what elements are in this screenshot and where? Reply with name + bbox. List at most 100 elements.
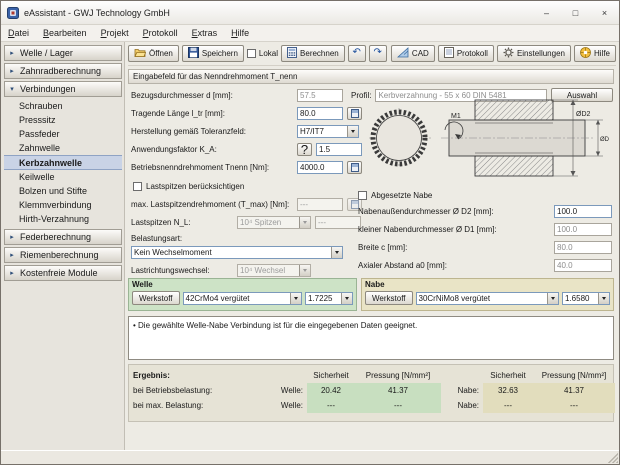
hub-material-number-select[interactable]: 1.6580 [562,292,610,305]
results-header-safety-shaft: Sicherheit [307,368,355,383]
menu-datei[interactable]: Datei [1,27,36,39]
shaft-material-select[interactable]: 42CrMo4 vergütet [183,292,303,305]
hub-axial-distance-field[interactable]: 40.0 [554,259,612,272]
gear-icon [503,47,514,60]
results-shaft-safety-value: --- [307,398,355,413]
shaft-material-button[interactable]: Werkstoff [132,291,180,305]
results-spacer [263,368,307,383]
hub-small-diameter-row: kleiner Nabendurchmesser Ø D1 [mm]: 100.… [358,222,612,236]
message-box: • Die gewählte Welle-Nabe Verbindung ist… [128,316,614,360]
hub-small-diameter-field[interactable]: 100.0 [554,223,612,236]
protocol-button[interactable]: Protokoll [438,45,494,62]
application-factor-field[interactable]: 1.5 [316,143,362,156]
menu-bar: Datei Bearbeiten Projekt Protokoll Extra… [1,25,619,42]
sidebar-section-verbindungen[interactable]: Verbindungen [4,81,122,97]
hub-outer-diameter-row: Nabenaußendurchmesser Ø D2 [mm]: 100.0 [358,204,612,218]
cad-button[interactable]: CAD [391,45,435,62]
sidebar-item-keilwelle[interactable]: Keilwelle [4,170,122,184]
menu-protokoll[interactable]: Protokoll [136,27,185,39]
sidebar-item-hirth-verzahnung[interactable]: Hirth-Verzahnung [4,212,122,226]
torque-field[interactable]: 4000.0 [297,161,343,174]
sidebar-section-zahnradberechnung[interactable]: Zahnradberechnung [4,63,122,79]
menu-extras[interactable]: Extras [185,27,225,39]
sidebar-section-riemenberechnung[interactable]: Riemenberechnung [4,247,122,263]
section-title: Eingabefeld für das Nenndrehmoment T_nen… [133,72,297,81]
hub-width-field[interactable]: 80.0 [554,241,612,254]
sidebar-section-label: Verbindungen [20,84,76,94]
sidebar-item-zahnwelle[interactable]: Zahnwelle [4,141,122,155]
settings-button[interactable]: Einstellungen [497,45,571,62]
sidebar-item-passfeder[interactable]: Passfeder [4,127,122,141]
help-button[interactable]: Hilfe [574,45,616,62]
toolbar-right-group: CAD Protokoll Einstellungen Hilfe [391,45,616,62]
sidebar-item-klemmverbindung[interactable]: Klemmverbindung [4,198,122,212]
sidebar-section-federberechnung[interactable]: Federberechnung [4,229,122,245]
menu-projekt[interactable]: Projekt [94,27,136,39]
local-checkbox[interactable] [247,49,256,58]
peaks-value: 10⁴ Spitzen [238,218,299,227]
peaks-select[interactable]: 10⁴ Spitzen [237,216,311,229]
shaft-material-number-select[interactable]: 1.7225 [305,292,353,305]
max-torque-field[interactable]: --- [297,198,343,211]
hub-material-row: Werkstoff 30CrNiMo8 vergütet 1.6580 [365,291,610,305]
minimize-button[interactable]: – [532,1,561,24]
sidebar-item-presssitz[interactable]: Presssitz [4,113,122,127]
chevron-down-icon[interactable] [341,293,352,304]
sidebar-item-schrauben[interactable]: Schrauben [4,99,122,113]
application-factor-help-button[interactable]: ? [297,143,312,156]
shaft-panel-title: Welle [132,280,353,291]
resize-grip[interactable] [608,453,618,463]
sidebar-section-label: Zahnradberechnung [20,66,101,76]
results-panel: Ergebnis: Sicherheit Pressung [N/mm²] Si… [128,364,614,422]
hub-material-select[interactable]: 30CrNiMo8 vergütet [416,292,560,305]
sidebar-section-label: Federberechnung [20,232,91,242]
sidebar-section-welle-lager[interactable]: Welle / Lager [4,45,122,61]
peaks-checkbox[interactable] [133,182,142,191]
peaks-count-field[interactable]: --- [315,216,361,229]
load-type-select[interactable]: Kein Wechselmoment [131,246,343,259]
undo-button[interactable] [348,45,366,62]
sidebar-item-bolzen-und-stifte[interactable]: Bolzen und Stifte [4,184,122,198]
chevron-down-icon[interactable] [547,293,558,304]
protocol-label: Protokoll [457,49,488,58]
hub-material-button[interactable]: Werkstoff [365,291,413,305]
load-changes-select[interactable]: 10⁴ Wechsel [237,264,311,277]
chevron-down-icon[interactable] [290,293,301,304]
chevron-down-icon [8,85,16,93]
sidebar-section-label: Riemenberechnung [20,250,99,260]
redo-button[interactable] [369,45,387,62]
chevron-down-icon[interactable] [331,247,342,258]
results-shaft-pressure-value: 41.37 [355,383,441,398]
calculate-button[interactable]: Berechnen [281,45,345,62]
calculate-label: Berechnen [300,49,339,58]
open-button[interactable]: Öffnen [128,45,179,62]
tolerance-label: Herstellung gemäß Toleranzfeld: [131,127,297,136]
save-button[interactable]: Speichern [182,45,244,62]
torque-label: M1 [451,113,461,120]
dimension-label-d2: ØD2 [576,111,591,118]
sidebar-item-kerbzahnwelle[interactable]: Kerbzahnwelle [4,155,122,170]
sidebar-section-kostenfreie-module[interactable]: Kostenfreie Module [4,265,122,281]
menu-hilfe[interactable]: Hilfe [224,27,256,39]
hub-outer-diameter-label: Nabenaußendurchmesser Ø D2 [mm]: [358,207,554,216]
length-field[interactable]: 80.0 [297,107,343,120]
chevron-down-icon[interactable] [598,293,609,304]
hub-outer-diameter-field[interactable]: 100.0 [554,205,612,218]
hub-material-number: 1.6580 [563,294,598,303]
tolerance-select[interactable]: H7/IT7 [297,125,359,138]
chevron-down-icon[interactable] [299,265,310,276]
reference-diameter-field[interactable]: 57.5 [297,89,343,102]
chevron-down-icon[interactable] [299,217,310,228]
settings-label: Einstellungen [517,49,565,58]
hub-width-row: Breite c [mm]: 80.0 [358,240,612,254]
window-controls: – □ × [532,1,619,24]
stepped-hub-checkbox[interactable] [358,191,367,200]
peaks-checkbox-row: Lastspitzen berücksichtigen [133,179,244,193]
maximize-button[interactable]: □ [561,1,590,24]
toolbar: Öffnen Speichern Lokal Berechnen CAD Pro… [128,44,616,66]
hub-small-diameter-label: kleiner Nabendurchmesser Ø D1 [mm]: [358,225,554,234]
close-button[interactable]: × [590,1,619,24]
title-bar[interactable]: eAssistant - GWJ Technology GmbH – □ × [1,1,619,25]
menu-bearbeiten[interactable]: Bearbeiten [36,27,94,39]
dimension-label-d: ØD [600,137,610,143]
